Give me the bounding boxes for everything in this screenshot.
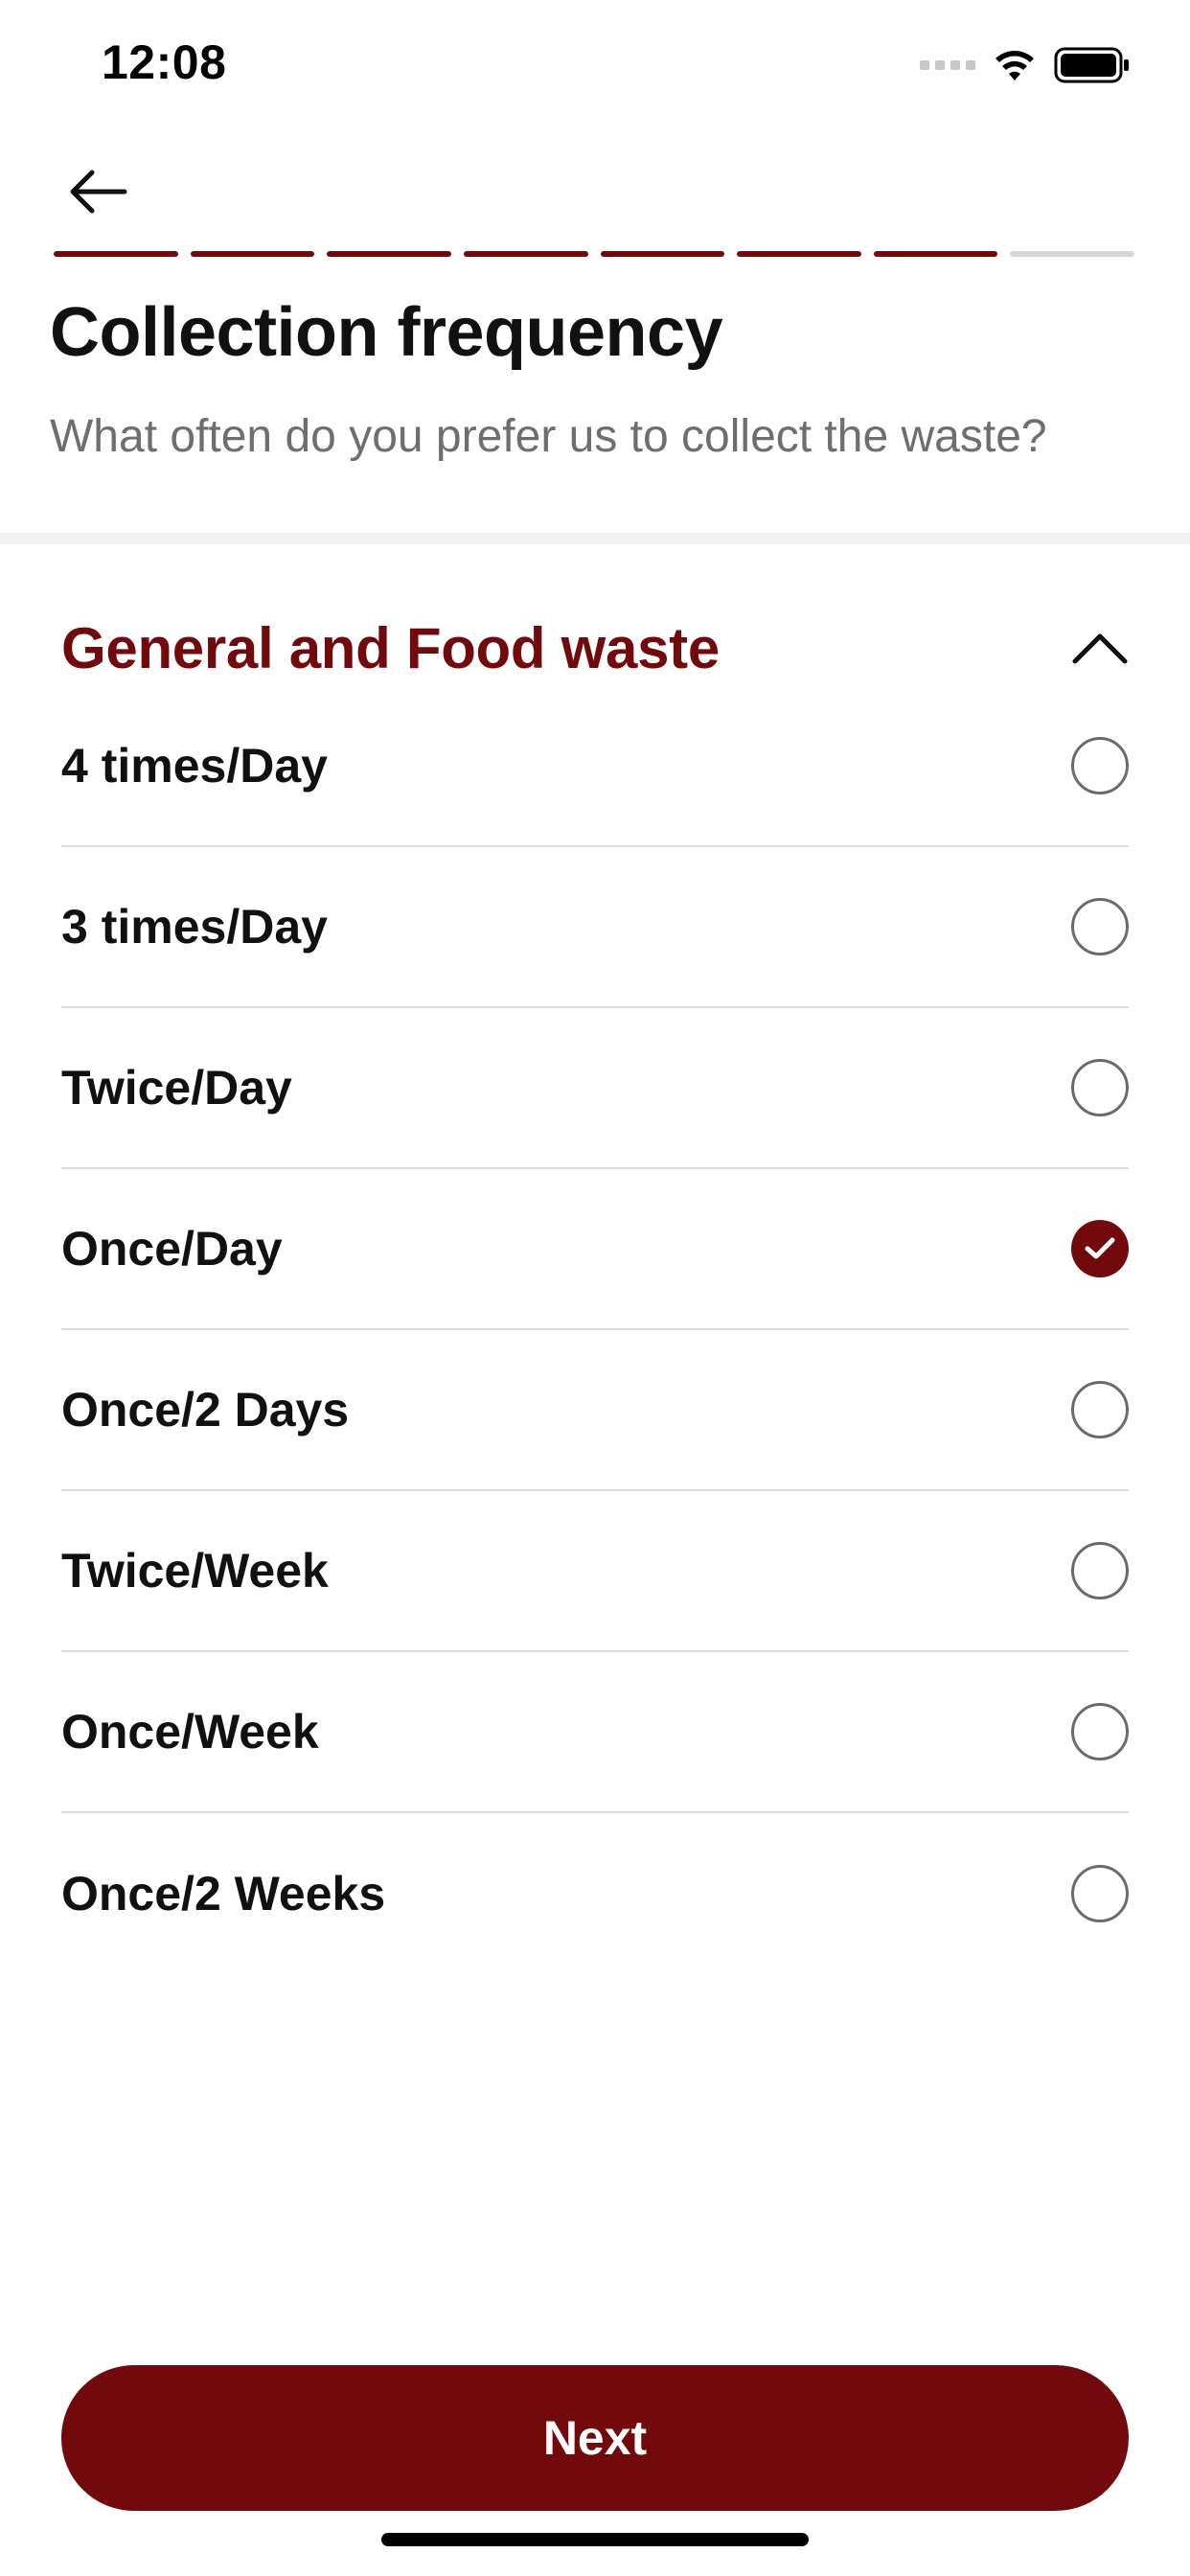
frequency-option[interactable]: Once/2 Weeks (61, 1813, 1129, 1974)
radio-unchecked[interactable] (1071, 1865, 1129, 1922)
chevron-up-icon[interactable] (1071, 631, 1129, 665)
progress-segment (1010, 251, 1134, 257)
progress-segment (190, 251, 315, 257)
frequency-option[interactable]: Twice/Day (61, 1008, 1129, 1169)
frequency-option[interactable]: Once/Day (61, 1169, 1129, 1330)
progress-bar (54, 251, 1134, 257)
page-subtitle: What often do you prefer us to collect t… (50, 411, 1047, 462)
page-title: Collection frequency (50, 294, 723, 371)
frequency-option[interactable]: 4 times/Day (61, 686, 1129, 847)
option-label: Twice/Day (61, 1061, 292, 1115)
status-icons (920, 44, 1131, 86)
radio-unchecked[interactable] (1071, 1381, 1129, 1438)
progress-segment (463, 251, 588, 257)
progress-segment (600, 251, 725, 257)
radio-checked[interactable] (1071, 1220, 1129, 1277)
back-button[interactable] (59, 153, 136, 230)
home-indicator (381, 2533, 809, 2546)
option-label: Once/Day (61, 1222, 283, 1276)
section-header-general-food-waste[interactable]: General and Food waste (61, 602, 1129, 694)
status-time: 12:08 (102, 35, 227, 89)
progress-segment (54, 251, 178, 257)
battery-icon (1054, 47, 1129, 83)
frequency-option[interactable]: 3 times/Day (61, 847, 1129, 1008)
option-label: Twice/Week (61, 1544, 329, 1598)
frequency-option[interactable]: Once/Week (61, 1652, 1129, 1813)
frequency-option[interactable]: Once/2 Days (61, 1330, 1129, 1491)
radio-unchecked[interactable] (1071, 737, 1129, 794)
option-label: 3 times/Day (61, 900, 328, 954)
radio-unchecked[interactable] (1071, 898, 1129, 955)
section-divider (0, 533, 1190, 544)
frequency-options-list: 4 times/Day 3 times/Day Twice/Day Once/Day O… (61, 686, 1129, 1974)
option-label: 4 times/Day (61, 739, 328, 793)
status-bar: 12:08 (0, 0, 1190, 134)
progress-segment (737, 251, 861, 257)
radio-unchecked[interactable] (1071, 1542, 1129, 1599)
progress-segment (327, 251, 451, 257)
signal-icon (920, 60, 975, 70)
frequency-option[interactable]: Twice/Week (61, 1491, 1129, 1652)
arrow-left-icon (70, 170, 127, 214)
option-label: Once/2 Weeks (61, 1867, 386, 1920)
section-title: General and Food waste (61, 615, 720, 680)
next-button[interactable]: Next (61, 2365, 1129, 2511)
wifi-icon (995, 51, 1034, 80)
option-label: Once/Week (61, 1705, 319, 1759)
radio-unchecked[interactable] (1071, 1059, 1129, 1116)
option-label: Once/2 Days (61, 1383, 350, 1437)
progress-segment (873, 251, 998, 257)
checkmark-icon (1085, 1237, 1115, 1259)
radio-unchecked[interactable] (1071, 1703, 1129, 1760)
